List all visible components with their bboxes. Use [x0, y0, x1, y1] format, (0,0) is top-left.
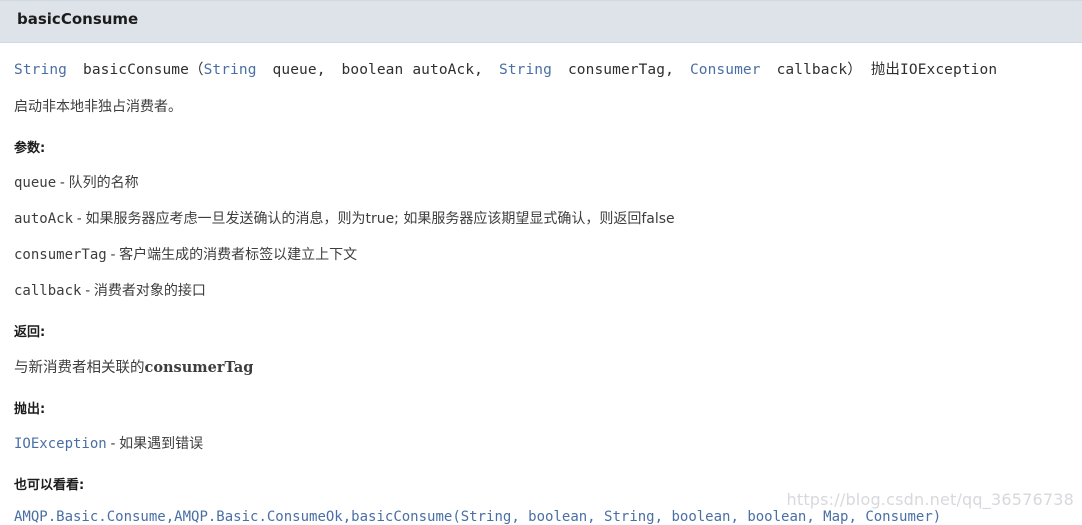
- signature-throws-keyword: 抛出: [870, 62, 901, 78]
- signature-open-paren: （: [188, 62, 204, 78]
- param-name-autoack: autoAck: [14, 211, 74, 227]
- param-entry-callback: callback - 消费者对象的接口: [14, 280, 1068, 300]
- param-entry-queue: queue - 队列的名称: [14, 172, 1068, 192]
- throws-entry-ioexception: IOException - 如果遇到错误: [14, 433, 1068, 453]
- returns-text-before: 与新消费者相关联的: [14, 360, 145, 376]
- returns-text: 与新消费者相关联的consumerTag: [14, 356, 1068, 377]
- signature-param-name-3: callback: [776, 62, 848, 78]
- see-also-link-1[interactable]: AMQP.Basic.ConsumeOk,: [174, 509, 351, 525]
- signature-param-type-3[interactable]: Consumer: [690, 62, 761, 78]
- signature-param-name-2: consumerTag,: [567, 62, 674, 78]
- member-body: String basicConsume（String queue, boolean au…: [0, 43, 1082, 525]
- signature-param-type-2[interactable]: String: [499, 62, 552, 78]
- param-dash: -: [58, 175, 67, 191]
- param-dash: -: [108, 247, 118, 263]
- method-signature: String basicConsume（String queue, boolean au…: [14, 43, 1068, 79]
- param-entry-autoack: autoAck - 如果服务器应考虑一旦发送确认的消息，则为true; 如果服务器应…: [14, 208, 1068, 228]
- member-header: basicConsume: [0, 0, 1082, 43]
- param-text-autoack: 如果服务器应考虑一旦发送确认的消息，则为true; 如果服务器应该期望显式确认，…: [85, 211, 675, 227]
- signature-param-name-0: queue,: [272, 62, 326, 78]
- see-also-section-title: 也可以看看:: [14, 478, 85, 493]
- see-also-links: AMQP.Basic.Consume,AMQP.Basic.ConsumeOk,…: [14, 509, 1068, 525]
- signature-return-type[interactable]: String: [14, 62, 67, 78]
- param-text-callback: 消费者对象的接口: [93, 283, 206, 299]
- throws-name-ioexception[interactable]: IOException: [14, 436, 107, 452]
- see-also-link-0[interactable]: AMQP.Basic.Consume,: [14, 509, 174, 525]
- signature-param-type-1: boolean: [341, 62, 404, 78]
- signature-method-name: basicConsume: [82, 62, 189, 78]
- throws-text-ioexception: 如果遇到错误: [119, 436, 204, 452]
- param-dash: -: [83, 283, 92, 299]
- page-title: basicConsume: [17, 10, 139, 28]
- param-dash: -: [75, 211, 84, 227]
- param-text-consumertag: 客户端生成的消费者标签以建立上下文: [119, 247, 358, 263]
- param-text-queue: 队列的名称: [68, 175, 139, 191]
- throws-section-title: 抛出:: [14, 402, 46, 417]
- method-description: 启动非本地非独占消费者。: [14, 99, 182, 115]
- params-section-title: 参数:: [14, 141, 46, 156]
- param-name-callback: callback: [14, 283, 82, 299]
- returns-section-title: 返回:: [14, 325, 46, 340]
- see-also-link-2[interactable]: basicConsume(String, boolean, String, bo…: [351, 509, 941, 525]
- param-name-queue: queue: [14, 175, 57, 191]
- param-entry-consumertag: consumerTag - 客户端生成的消费者标签以建立上下文: [14, 244, 1068, 264]
- param-name-consumertag: consumerTag: [14, 247, 107, 263]
- throws-dash: -: [108, 436, 118, 452]
- signature-param-name-1: autoAck,: [412, 62, 483, 78]
- signature-throws-type: IOException: [900, 62, 998, 78]
- signature-close-paren: ）: [847, 62, 862, 78]
- signature-param-type-0[interactable]: String: [204, 62, 257, 78]
- returns-code: consumerTag: [144, 359, 254, 376]
